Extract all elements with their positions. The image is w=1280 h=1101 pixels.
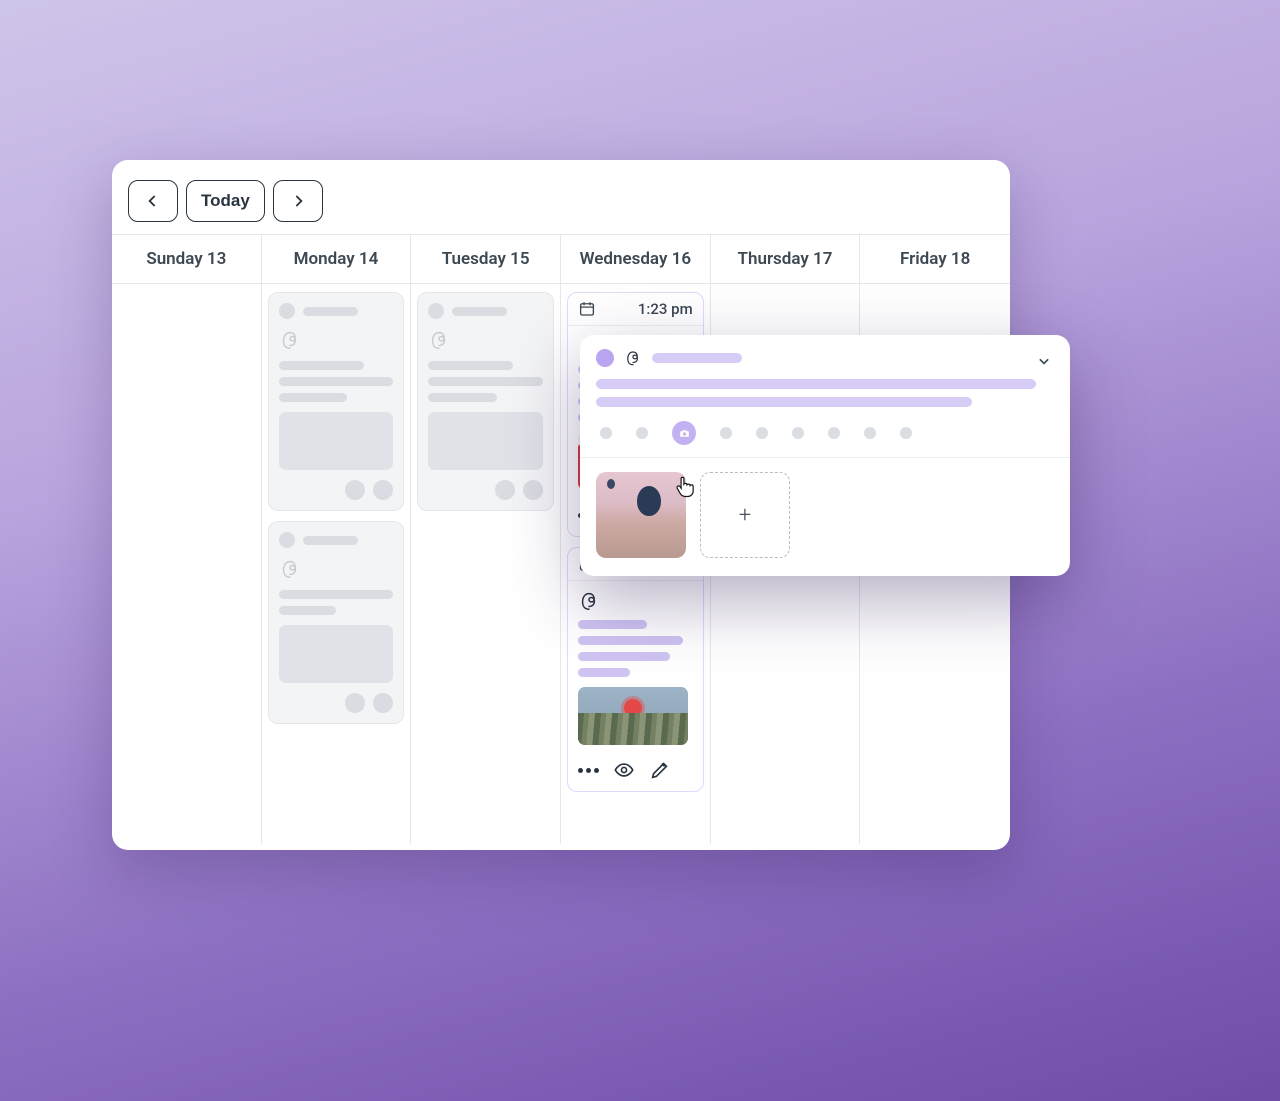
- threads-icon: [279, 558, 301, 580]
- add-media-tile[interactable]: +: [700, 472, 790, 558]
- add-media-button[interactable]: [672, 421, 696, 445]
- eye-icon[interactable]: [613, 759, 635, 781]
- composer-media-row: +: [580, 457, 1070, 576]
- calendar-header: Sunday 13 Monday 14 Tuesday 15 Wednesday…: [112, 234, 1010, 284]
- tool-dot[interactable]: [636, 427, 648, 439]
- day-header: Thursday 17: [711, 235, 861, 283]
- prev-button[interactable]: [128, 180, 178, 222]
- more-icon[interactable]: [578, 768, 599, 773]
- day-header: Tuesday 15: [411, 235, 561, 283]
- post-composer-popover: +: [580, 335, 1070, 576]
- composer-header: [580, 335, 1070, 375]
- threads-icon: [624, 349, 642, 367]
- threads-icon: [279, 329, 301, 351]
- tool-dot[interactable]: [720, 427, 732, 439]
- day-header: Sunday 13: [112, 235, 262, 283]
- scheduled-post-placeholder[interactable]: [268, 521, 405, 724]
- pointer-cursor-icon: [672, 472, 700, 500]
- day-header: Wednesday 16: [561, 235, 711, 283]
- avatar: [596, 349, 614, 367]
- threads-icon: [578, 590, 600, 612]
- composer-tool-row: [596, 421, 1054, 445]
- tool-dot[interactable]: [756, 427, 768, 439]
- day-column-mon[interactable]: [262, 284, 412, 844]
- tool-dot[interactable]: [600, 427, 612, 439]
- tool-dot[interactable]: [864, 427, 876, 439]
- media-placeholder: [279, 412, 394, 470]
- day-header: Friday 18: [860, 235, 1010, 283]
- media-placeholder: [279, 625, 394, 683]
- pencil-icon[interactable]: [649, 759, 671, 781]
- next-button[interactable]: [273, 180, 323, 222]
- tool-dot[interactable]: [792, 427, 804, 439]
- day-header: Monday 14: [262, 235, 412, 283]
- chevron-down-icon[interactable]: [1034, 351, 1054, 371]
- today-button[interactable]: Today: [186, 180, 265, 222]
- scheduled-post-placeholder[interactable]: [268, 292, 405, 511]
- post-media-thumb: [578, 687, 688, 745]
- arrow-left-icon: [143, 191, 163, 211]
- day-column-sun[interactable]: [112, 284, 262, 844]
- post-time: 1:23 pm: [638, 300, 693, 318]
- toolbar: Today: [112, 160, 1010, 234]
- camera-icon: [678, 427, 691, 440]
- composer-text-placeholder[interactable]: [596, 379, 1054, 407]
- scheduled-post[interactable]: 12:23 pm: [567, 547, 704, 792]
- arrow-right-icon: [288, 191, 308, 211]
- tool-dot[interactable]: [900, 427, 912, 439]
- scheduled-post-placeholder[interactable]: [417, 292, 554, 511]
- calendar-icon: [578, 300, 596, 318]
- post-time-row: 1:23 pm: [568, 293, 703, 326]
- composer-title-placeholder: [652, 353, 742, 363]
- day-column-tue[interactable]: [411, 284, 561, 844]
- tool-dot[interactable]: [828, 427, 840, 439]
- location-pin-icon: [624, 699, 642, 717]
- threads-icon: [428, 329, 450, 351]
- media-placeholder: [428, 412, 543, 470]
